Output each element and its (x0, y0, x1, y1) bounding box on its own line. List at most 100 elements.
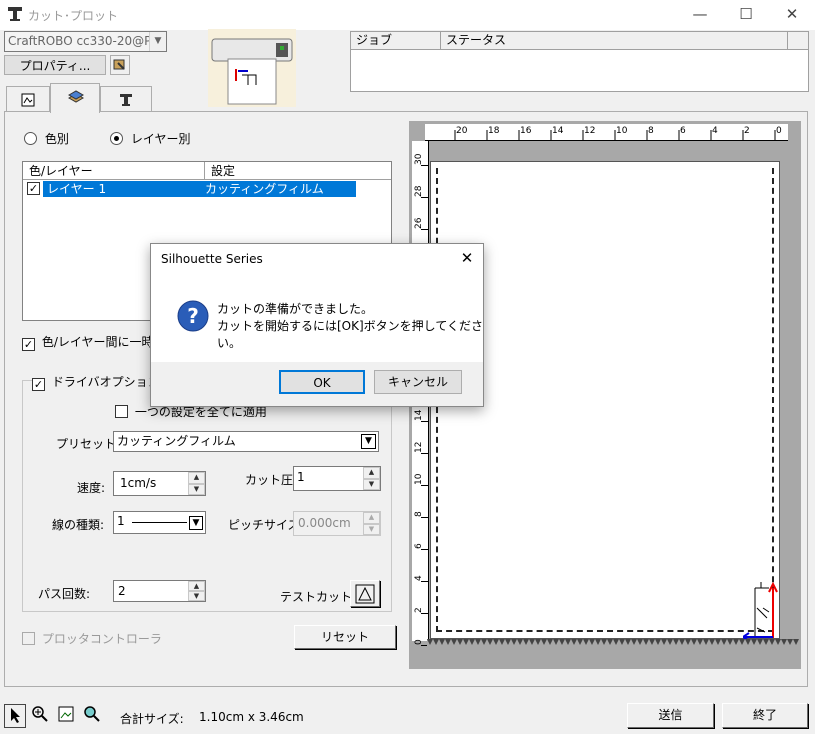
spin-down-icon[interactable]: ▼ (363, 523, 380, 535)
speed-stepper[interactable]: 1cm/s ▲ ▼ (113, 471, 206, 496)
preset-select[interactable]: カッティングフィルム ▼ (113, 431, 379, 452)
spin-down-icon[interactable]: ▼ (188, 591, 205, 601)
preset-label: プリセット: (56, 437, 121, 451)
ruler-tick-mark (421, 453, 429, 454)
device-select[interactable]: CraftROBO cc330-20@POR ▼ (4, 31, 167, 52)
tab-plotter[interactable] (100, 86, 152, 112)
checkbox-checked-icon[interactable]: ✓ (27, 182, 40, 195)
ruler-label: 20 (456, 126, 468, 136)
dialog-title-bar: Silhouette Series ✕ (151, 244, 483, 274)
properties-button[interactable]: プロパティ... (4, 55, 106, 75)
zoom-in-tool-button[interactable] (30, 704, 52, 728)
solid-line-icon (132, 522, 187, 523)
dialog-message-line-1: カットの準備ができました。 (217, 302, 374, 316)
spin-down-icon[interactable]: ▼ (188, 483, 205, 495)
tab-page[interactable] (6, 86, 50, 112)
chevron-down-icon: ▼ (189, 516, 203, 530)
ruler-tick-mark (421, 613, 429, 614)
line-type-value: 1 (117, 514, 125, 528)
exit-button[interactable]: 終了 (722, 703, 808, 728)
ok-button[interactable]: OK (279, 370, 365, 394)
cut-shape (743, 581, 778, 640)
fit-page-tool-button[interactable] (56, 704, 78, 728)
tool-settings-button[interactable] (110, 55, 130, 75)
spin-up-icon[interactable]: ▲ (363, 467, 380, 479)
ruler-label: 18 (488, 126, 500, 136)
line-type-select[interactable]: 1 ▼ (113, 511, 206, 534)
zoom-fit-tool-button[interactable] (82, 704, 104, 728)
dialog-body: ? カットの準備ができました。 カットを開始するには[OK]ボタンを押してくださ… (151, 274, 483, 362)
spin-up-icon[interactable]: ▲ (188, 472, 205, 484)
fit-page-icon (58, 706, 74, 722)
question-icon: ? (177, 300, 209, 332)
device-select-value: CraftROBO cc330-20@POR (8, 34, 167, 48)
cancel-button[interactable]: キャンセル (374, 370, 462, 394)
by-color-label: 色別 (44, 132, 69, 146)
radio-selected-icon (110, 132, 123, 145)
dialog-close-icon[interactable]: ✕ (451, 249, 483, 269)
setting-column-header[interactable]: 設定 (205, 162, 391, 180)
force-stepper[interactable]: 1 ▲ ▼ (293, 466, 381, 491)
ruler-label: 28 (414, 185, 424, 197)
layer-column-header[interactable]: 色/レイヤー (23, 162, 205, 180)
by-layer-label: レイヤー別 (130, 132, 191, 146)
spin-down-icon[interactable]: ▼ (363, 478, 380, 490)
ruler-label: 0 (776, 126, 782, 136)
table-row[interactable]: ✓ レイヤー 1 カッティングフィルム (27, 181, 356, 197)
close-button[interactable]: ✕ (769, 0, 815, 30)
pitch-stepper[interactable]: 0.000cm ▲ ▼ (293, 511, 381, 536)
job-list[interactable]: ジョブ ステータス (350, 31, 809, 92)
ruler-label: 4 (712, 126, 718, 136)
select-tool-button[interactable] (4, 704, 26, 728)
ruler-tick-mark (421, 581, 429, 582)
cut-margin (436, 168, 774, 632)
ruler-tick-mark (421, 165, 429, 166)
speed-value: 1cm/s (120, 476, 157, 490)
ruler-tick-mark (421, 517, 429, 518)
ruler-label: 12 (414, 441, 424, 453)
by-color-radio[interactable]: 色別 (24, 130, 69, 147)
force-value: 1 (297, 470, 305, 484)
tab-layers[interactable] (50, 83, 100, 113)
checkbox-icon (115, 405, 128, 418)
passes-stepper[interactable]: 2 ▲ ▼ (113, 580, 206, 602)
send-button[interactable]: 送信 (627, 703, 714, 728)
plotter-icon (120, 94, 132, 106)
spin-up-icon[interactable]: ▲ (188, 581, 205, 591)
maximize-button[interactable]: ☐ (723, 0, 769, 30)
top-ruler-ticks (454, 130, 776, 141)
preset-value: カッティングフィルム (117, 434, 236, 448)
spin-up-icon[interactable]: ▲ (363, 512, 380, 524)
title-bar: カット･プロット — ☐ ✕ (0, 0, 815, 30)
checkbox-checked-icon: ✓ (22, 338, 35, 351)
job-column-header[interactable]: ジョブ (351, 32, 441, 50)
ruler-label: 16 (520, 126, 532, 136)
checkbox-icon (22, 632, 35, 645)
by-layer-radio[interactable]: レイヤー別 (110, 130, 190, 147)
layer-row-highlight: レイヤー 1 カッティングフィルム (43, 181, 356, 197)
ruler-label: 26 (414, 217, 424, 229)
ruler-tick-mark (421, 197, 429, 198)
test-cut-button[interactable] (350, 580, 380, 607)
minimize-button[interactable]: — (677, 0, 723, 30)
reset-button[interactable]: リセット (294, 625, 396, 649)
layers-icon (67, 90, 85, 103)
total-size-value: 1.10cm x 3.46cm (199, 710, 304, 724)
dialog-message-line-2: カットを開始するには[OK]ボタンを押してください。 (217, 319, 483, 350)
plotter-controller-label: プロッタコントローラ (41, 632, 162, 646)
ruler-label: 30 (414, 153, 424, 165)
plotter-illustration (211, 38, 293, 105)
triangle-icon (355, 584, 375, 604)
plotter-image (208, 29, 296, 107)
ruler-tick-mark (421, 485, 429, 486)
ruler-label: 2 (744, 126, 750, 136)
confirm-dialog: Silhouette Series ✕ ? カットの準備ができました。 カットを… (150, 243, 484, 407)
svg-text:?: ? (187, 304, 199, 328)
force-label: カット圧: (245, 473, 298, 487)
zoom-in-icon (32, 706, 48, 722)
ruler-label: 10 (414, 473, 424, 485)
plotter-controller-checkbox[interactable]: プロッタコントローラ (22, 630, 162, 647)
status-column-header[interactable]: ステータス (441, 32, 788, 50)
speed-label: 速度: (77, 481, 106, 495)
chevron-down-icon: ▼ (361, 434, 376, 449)
